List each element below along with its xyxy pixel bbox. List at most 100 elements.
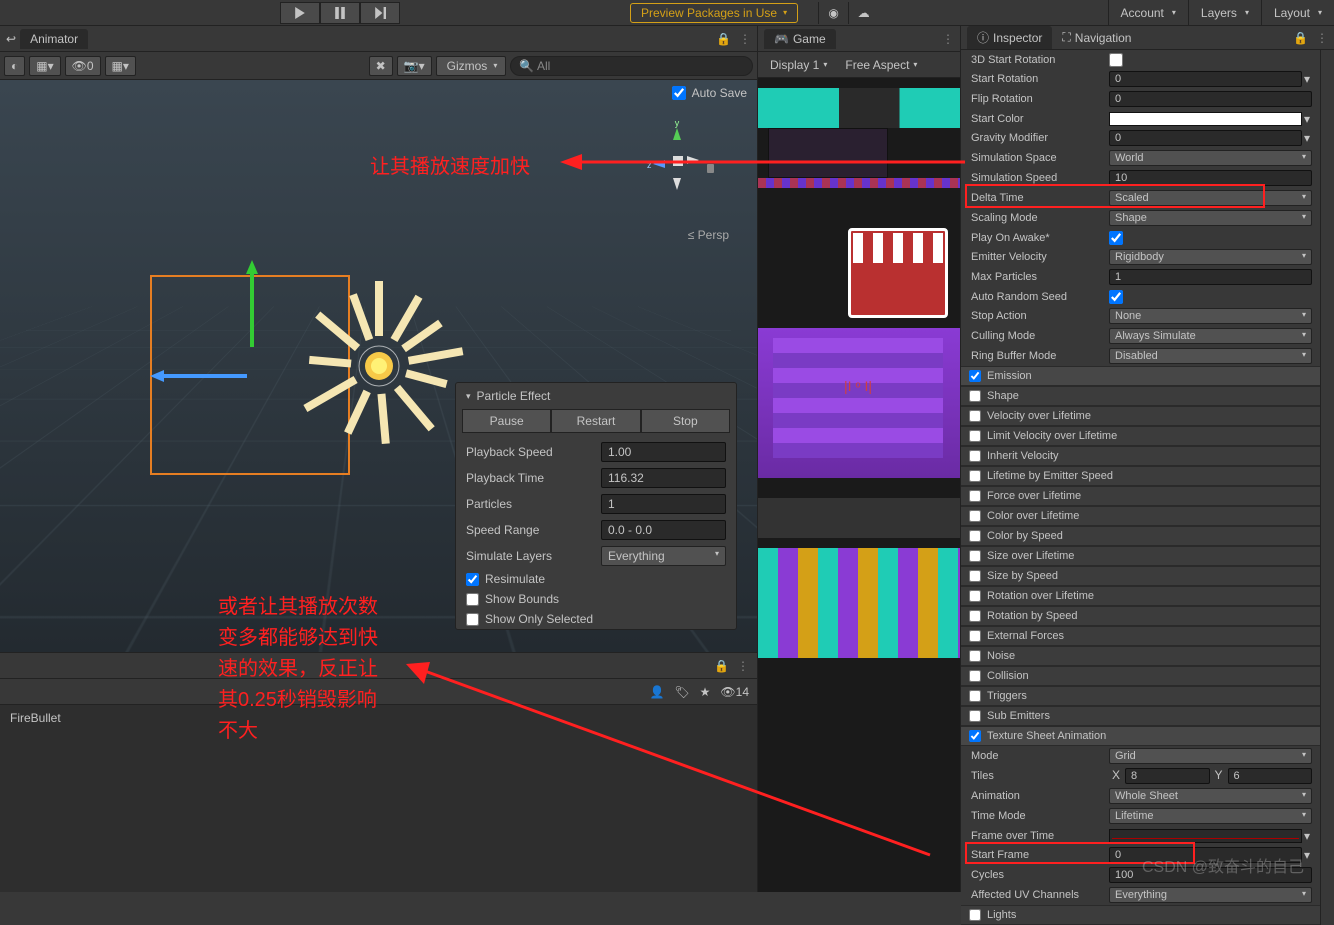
restart-particle-button[interactable]: Restart <box>551 409 640 433</box>
autosave-checkbox[interactable] <box>672 86 686 100</box>
sub-emitters-module[interactable]: Sub Emitters <box>961 706 1320 726</box>
animator-tab[interactable]: Animator <box>20 29 88 49</box>
menu-icon[interactable]: ⋮ <box>739 32 751 46</box>
frame-over-time-curve[interactable] <box>1109 829 1302 843</box>
affected-uv-dropdown[interactable]: Everything <box>1109 887 1312 903</box>
tsa-time-mode-dropdown[interactable]: Lifetime <box>1109 808 1312 824</box>
back-icon[interactable]: ↩ <box>6 32 16 46</box>
orientation-gizmo[interactable]: y z <box>637 120 717 200</box>
shape-module[interactable]: Shape <box>961 386 1320 406</box>
tools-button[interactable]: ✖ <box>369 56 393 76</box>
stop-particle-button[interactable]: Stop <box>641 409 730 433</box>
emission-module[interactable]: Emission <box>961 366 1320 386</box>
pause-button[interactable] <box>320 2 360 24</box>
size-by-speed-module[interactable]: Size by Speed <box>961 566 1320 586</box>
tsa-animation-dropdown[interactable]: Whole Sheet <box>1109 788 1312 804</box>
lifetime-by-emitter-speed-module[interactable]: Lifetime by Emitter Speed <box>961 466 1320 486</box>
cloud-icon[interactable]: ☁ <box>848 2 878 24</box>
lights-module[interactable]: Lights <box>961 905 1320 925</box>
scaling-mode-dropdown[interactable]: Shape <box>1109 210 1312 226</box>
tsa-tiles-label: Tiles <box>969 770 1109 782</box>
simulation-speed-field[interactable]: 10 <box>1109 170 1312 186</box>
3d-start-rotation-check[interactable] <box>1109 53 1123 67</box>
force-over-lifetime-module[interactable]: Force over Lifetime <box>961 486 1320 506</box>
play-button[interactable] <box>280 2 320 24</box>
emitter-velocity-dropdown[interactable]: Rigidbody <box>1109 249 1312 265</box>
game-view[interactable]: |І ᵒ І| <box>758 78 960 892</box>
menu-icon[interactable]: ⋮ <box>737 659 749 673</box>
tiles-y-field[interactable]: 6 <box>1228 768 1312 784</box>
velocity-over-lifetime-module[interactable]: Velocity over Lifetime <box>961 406 1320 426</box>
x-axis-arrow[interactable] <box>150 366 250 386</box>
navigation-tab[interactable]: ⛶Navigation <box>1052 27 1141 48</box>
camera-button[interactable]: 📷▾ <box>397 56 432 76</box>
layout-dropdown[interactable]: Layout <box>1261 0 1334 26</box>
pause-particle-button[interactable]: Pause <box>462 409 551 433</box>
show-bounds-checkbox[interactable] <box>466 593 479 606</box>
rotation-over-lifetime-module[interactable]: Rotation over Lifetime <box>961 586 1320 606</box>
animation-state-firebullet[interactable]: FireBullet <box>0 705 757 731</box>
ring-buffer-dropdown[interactable]: Disabled <box>1109 348 1312 364</box>
start-color-field[interactable] <box>1109 112 1302 126</box>
tag-icon[interactable]: 🏷 <box>674 685 689 699</box>
rotation-by-speed-module[interactable]: Rotation by Speed <box>961 606 1320 626</box>
simulation-space-dropdown[interactable]: World <box>1109 150 1312 166</box>
preview-packages-button[interactable]: Preview Packages in Use <box>630 3 798 23</box>
culling-mode-dropdown[interactable]: Always Simulate <box>1109 328 1312 344</box>
show-only-selected-checkbox[interactable] <box>466 613 479 626</box>
y-axis-arrow[interactable] <box>242 260 262 350</box>
max-particles-field[interactable]: 1 <box>1109 269 1312 285</box>
inspector-tab[interactable]: ⓘInspector <box>967 26 1052 49</box>
texture-sheet-animation-module[interactable]: Texture Sheet Animation <box>961 726 1320 746</box>
stop-action-dropdown[interactable]: None <box>1109 308 1312 324</box>
scene-view[interactable]: Auto Save y z ≤ Persp <box>0 80 757 652</box>
animator-content[interactable]: FireBullet <box>0 705 757 892</box>
playback-time-field[interactable]: 116.32 <box>601 468 726 488</box>
svg-text:y: y <box>675 120 680 128</box>
limit-velocity-module[interactable]: Limit Velocity over Lifetime <box>961 426 1320 446</box>
inherit-velocity-module[interactable]: Inherit Velocity <box>961 446 1320 466</box>
lock-icon[interactable]: 🔒 <box>714 659 729 673</box>
tsa-mode-dropdown[interactable]: Grid <box>1109 748 1312 764</box>
visibility-button[interactable]: 👁 0 <box>65 56 101 76</box>
lock-icon[interactable]: 🔒 <box>1293 31 1308 45</box>
step-button[interactable] <box>360 2 400 24</box>
play-on-awake-check[interactable] <box>1109 231 1123 245</box>
search-input[interactable]: 🔍 All <box>510 56 753 76</box>
collab-icon[interactable]: ◉ <box>818 2 848 24</box>
particle-panel-header[interactable]: Particle Effect <box>456 383 736 409</box>
display-dropdown[interactable]: Display 1 <box>764 56 833 74</box>
account-dropdown[interactable]: Account <box>1108 0 1188 26</box>
2d-button[interactable]: ▦▾ <box>29 56 60 76</box>
grid-button[interactable]: ▦▾ <box>105 56 136 76</box>
star-icon[interactable]: ★ <box>700 685 711 699</box>
game-tab[interactable]: 🎮Game <box>764 29 836 49</box>
layers-dropdown[interactable]: Layers <box>1188 0 1261 26</box>
inspector-scrollbar[interactable] <box>1320 50 1334 925</box>
color-by-speed-module[interactable]: Color by Speed <box>961 526 1320 546</box>
playback-speed-field[interactable]: 1.00 <box>601 442 726 462</box>
size-over-lifetime-module[interactable]: Size over Lifetime <box>961 546 1320 566</box>
visibility-count[interactable]: 👁14 <box>720 685 749 699</box>
simulate-layers-dropdown[interactable]: Everything <box>601 546 726 566</box>
resimulate-checkbox[interactable] <box>466 573 479 586</box>
auto-random-seed-check[interactable] <box>1109 290 1123 304</box>
tiles-x-field[interactable]: 8 <box>1125 768 1209 784</box>
lock-icon[interactable]: 🔒 <box>716 32 731 46</box>
autosave-toggle[interactable]: Auto Save <box>672 86 747 100</box>
start-rotation-field[interactable]: 0 <box>1109 71 1302 87</box>
triggers-module[interactable]: Triggers <box>961 686 1320 706</box>
gravity-modifier-field[interactable]: 0 <box>1109 130 1302 146</box>
delta-time-dropdown[interactable]: Scaled <box>1109 190 1312 206</box>
collision-module[interactable]: Collision <box>961 666 1320 686</box>
aspect-dropdown[interactable]: Free Aspect <box>839 56 923 74</box>
flip-rotation-field[interactable]: 0 <box>1109 91 1312 107</box>
shading-button[interactable]: ◐ <box>4 56 25 76</box>
gizmos-dropdown[interactable]: Gizmos <box>436 56 507 76</box>
noise-module[interactable]: Noise <box>961 646 1320 666</box>
add-icon[interactable]: 👤 <box>649 685 664 699</box>
menu-icon[interactable]: ⋮ <box>1316 31 1328 45</box>
color-over-lifetime-module[interactable]: Color over Lifetime <box>961 506 1320 526</box>
menu-icon[interactable]: ⋮ <box>942 32 954 46</box>
external-forces-module[interactable]: External Forces <box>961 626 1320 646</box>
